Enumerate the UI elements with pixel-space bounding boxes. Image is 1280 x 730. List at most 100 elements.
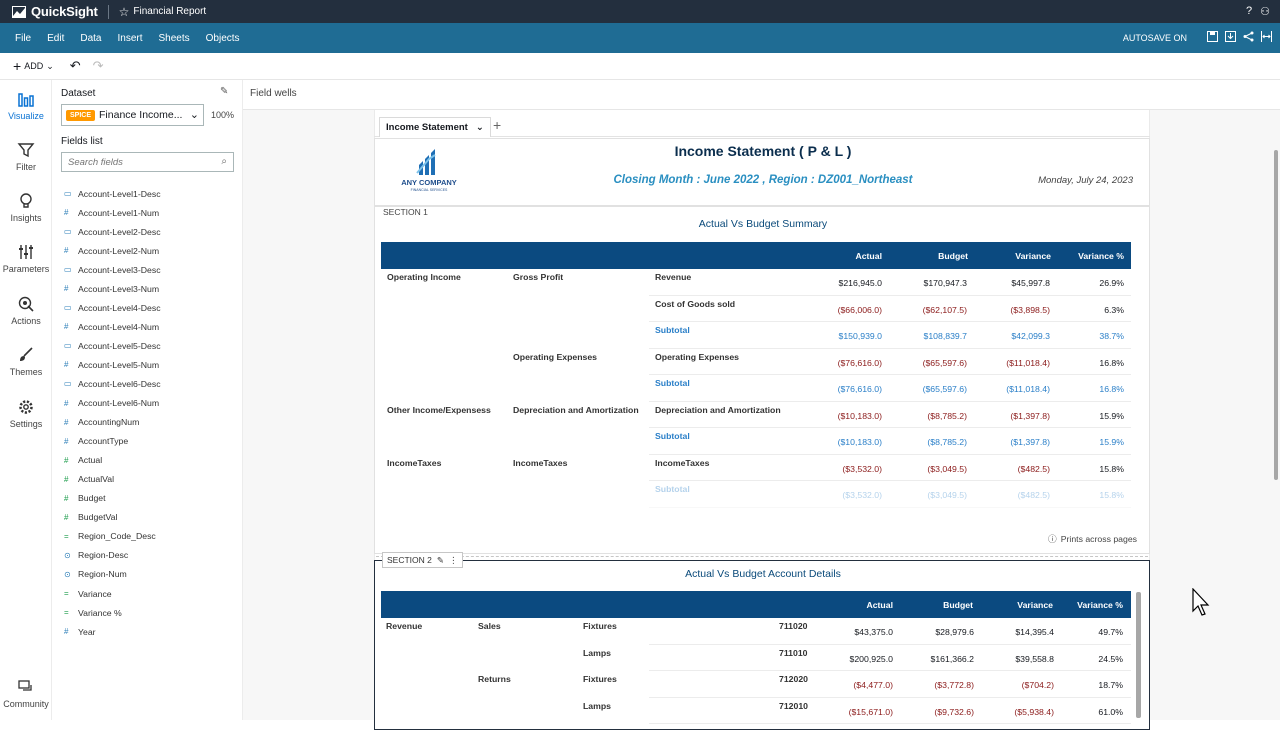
nav-themes[interactable]: Themes xyxy=(0,346,52,377)
field-item[interactable]: # Year xyxy=(64,622,161,641)
field-item[interactable]: # Actual xyxy=(64,451,161,470)
search-icon[interactable]: ⌕ xyxy=(221,156,227,167)
field-item[interactable]: = Region_Code_Desc xyxy=(64,527,161,546)
field-item[interactable]: # Account-Level3-Num xyxy=(64,279,161,298)
number-field-icon: # xyxy=(64,322,69,332)
section-1[interactable]: SECTION 1 Actual Vs Budget Summary Actua… xyxy=(374,206,1150,554)
field-item[interactable]: # ActualVal xyxy=(64,470,161,489)
field-item[interactable]: # Account-Level4-Num xyxy=(64,317,161,336)
col-variance[interactable]: Variance xyxy=(1015,251,1051,261)
tab-income-statement[interactable]: Income Statement ⌄ xyxy=(379,117,491,137)
table-row[interactable]: Subtotal ($10,183.0) ($8,785.2) ($1,397.8) 1… xyxy=(381,428,1131,455)
more-options-icon[interactable]: ⋮ xyxy=(449,555,458,566)
nav-insights[interactable]: Insights xyxy=(0,192,52,223)
table-row[interactable]: Revenue Sales Fixtures 711020 $43,375.0 $28,9… xyxy=(381,618,1131,645)
col-variance-pct[interactable]: Variance % xyxy=(1077,600,1123,610)
col-actual[interactable]: Actual xyxy=(855,251,882,261)
help-icon[interactable]: ? xyxy=(1246,5,1252,18)
table-row[interactable]: Cost of Goods sold ($66,006.0) ($62,107.5)… xyxy=(381,296,1131,322)
field-item[interactable]: ▭ Account-Level5-Desc xyxy=(64,336,161,355)
field-item[interactable]: # Budget xyxy=(64,489,161,508)
report-header: ANY COMPANY FINANCIAL SERVICES Income St… xyxy=(374,138,1150,206)
canvas-scrollbar[interactable] xyxy=(1274,150,1278,480)
dataset-select[interactable]: SPICE Finance Income... ⌄ xyxy=(61,104,204,126)
section-2-label[interactable]: SECTION 2 ✎ ⋮ xyxy=(382,552,463,568)
document-title[interactable]: Financial Report xyxy=(133,6,206,17)
download-icon[interactable] xyxy=(1225,31,1236,42)
table-row[interactable]: Operating Income Gross Profit Revenue $216,… xyxy=(381,269,1131,296)
quicksight-logo[interactable]: QuickSight xyxy=(12,4,98,19)
field-item[interactable]: # AccountingNum xyxy=(64,413,161,432)
field-wells[interactable]: Field wells xyxy=(243,80,1280,110)
autosave-toggle[interactable]: AUTOSAVE ON xyxy=(1123,33,1187,43)
nav-community[interactable]: Community xyxy=(0,678,52,709)
field-item[interactable]: ⊙ Region-Num xyxy=(64,565,161,584)
add-button[interactable]: + ADD ⌄ xyxy=(13,59,54,73)
menu-file[interactable]: File xyxy=(15,33,31,44)
section-2[interactable]: Actual Vs Budget Account Details Actual … xyxy=(374,560,1150,730)
number-field-icon: # xyxy=(64,493,69,503)
field-item[interactable]: = Variance % xyxy=(64,603,161,622)
field-item[interactable]: ▭ Account-Level4-Desc xyxy=(64,298,161,317)
menu-insert[interactable]: Insert xyxy=(117,33,142,44)
col-variance-pct[interactable]: Variance % xyxy=(1078,251,1124,261)
field-item[interactable]: ▭ Account-Level1-Desc xyxy=(64,184,161,203)
field-item[interactable]: # BudgetVal xyxy=(64,508,161,527)
table-row[interactable]: Operating Expenses Operating Expenses ($76… xyxy=(381,349,1131,375)
field-item[interactable]: ▭ Account-Level3-Desc xyxy=(64,260,161,279)
redo-icon[interactable]: ↷ xyxy=(93,58,104,74)
favorite-star-icon[interactable]: ☆ xyxy=(119,5,130,19)
user-icon[interactable]: ⚇ xyxy=(1260,5,1270,18)
field-item[interactable]: # Account-Level6-Num xyxy=(64,394,161,413)
pencil-icon[interactable]: ✎ xyxy=(437,555,444,566)
section-title: Actual Vs Budget Summary xyxy=(698,218,828,230)
menu-edit[interactable]: Edit xyxy=(47,33,64,44)
table-row[interactable]: Lamps 711010 $200,925.0 $161,366.2 $39,558.8… xyxy=(381,645,1131,671)
table-row[interactable]: Subtotal $150,939.0 $108,839.7 $42,099.3 38.… xyxy=(381,322,1131,349)
menu-sheets[interactable]: Sheets xyxy=(159,33,190,44)
edit-dataset-icon[interactable]: ✎ xyxy=(220,86,228,97)
col-actual[interactable]: Actual xyxy=(866,600,893,610)
actual-cell: ($66,006.0) xyxy=(837,304,882,315)
table-row[interactable]: Subtotal ($76,616.0) ($65,597.6) ($11,018.4… xyxy=(381,375,1131,402)
add-sheet-icon[interactable]: + xyxy=(493,117,501,133)
section-scrollbar[interactable] xyxy=(1136,592,1141,718)
variance-cell: ($11,018.4) xyxy=(1006,384,1050,394)
field-item[interactable]: ▭ Account-Level6-Desc xyxy=(64,374,161,393)
menu-data[interactable]: Data xyxy=(80,33,101,44)
field-item[interactable]: ⊙ Region-Desc xyxy=(64,546,161,565)
fit-width-icon[interactable] xyxy=(1261,31,1272,42)
level3-cell: Revenue xyxy=(655,272,692,282)
share-icon[interactable] xyxy=(1243,31,1254,42)
field-item[interactable]: # Account-Level2-Num xyxy=(64,241,161,260)
menu-objects[interactable]: Objects xyxy=(206,33,240,44)
nav-actions[interactable]: Actions xyxy=(0,295,52,326)
level3-cell: Fixtures xyxy=(583,674,617,684)
undo-icon[interactable]: ↶ xyxy=(70,58,81,74)
col-budget[interactable]: Budget xyxy=(938,251,968,261)
level1-cell: IncomeTaxes xyxy=(387,457,442,468)
table-row[interactable]: Other Income/Expensess Depreciation and A… xyxy=(381,402,1131,428)
table-row[interactable]: IncomeTaxes IncomeTaxes IncomeTaxes ($3,532… xyxy=(381,455,1131,481)
table-row[interactable]: Lamps 712010 ($15,671.0) ($9,732.6) ($5,938.… xyxy=(381,698,1131,724)
field-item[interactable]: ▭ Account-Level2-Desc xyxy=(64,222,161,241)
table-row[interactable]: Subtotal ($3,532.0) ($3,049.5) ($482.5) 15.8… xyxy=(381,481,1131,508)
field-item[interactable]: # Account-Level5-Num xyxy=(64,355,161,374)
nav-filter[interactable]: Filter xyxy=(0,141,52,172)
nav-settings[interactable]: Settings xyxy=(0,398,52,429)
nav-visualize[interactable]: Visualize xyxy=(0,90,52,121)
col-variance[interactable]: Variance xyxy=(1017,600,1053,610)
budget-cell: ($3,049.5) xyxy=(927,490,967,500)
search-fields[interactable]: ⌕ xyxy=(61,152,234,172)
chevron-down-icon[interactable]: ⌄ xyxy=(476,122,484,133)
col-budget[interactable]: Budget xyxy=(943,600,973,610)
table-row[interactable]: Returns Fixtures 712020 ($4,477.0) ($3,772.8… xyxy=(381,671,1131,698)
level1-cell: Other Income/Expensess xyxy=(387,404,491,415)
field-item[interactable]: # AccountType xyxy=(64,432,161,451)
nav-parameters[interactable]: Parameters xyxy=(0,243,52,274)
prints-across-pages[interactable]: ⓘ Prints across pages xyxy=(1048,532,1137,545)
field-item[interactable]: = Variance xyxy=(64,584,161,603)
field-item[interactable]: # Account-Level1-Num xyxy=(64,203,161,222)
search-input[interactable] xyxy=(68,156,208,168)
save-icon[interactable] xyxy=(1207,31,1218,42)
